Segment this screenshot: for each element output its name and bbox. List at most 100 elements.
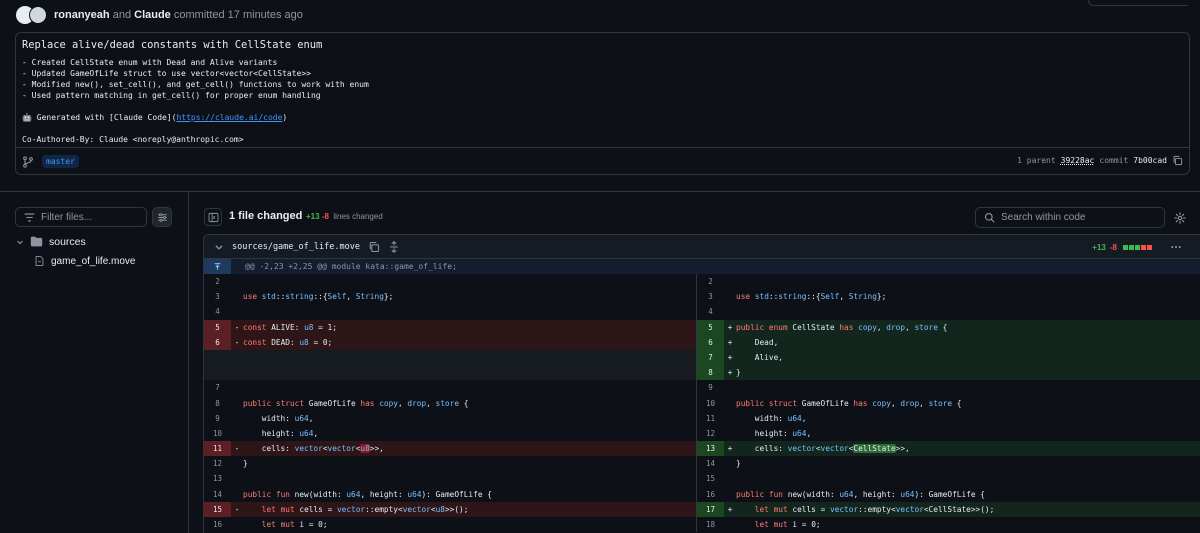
diff-line-new[interactable]: 7 + Alive,: [696, 349, 1200, 366]
diff-line-new[interactable]: 4: [696, 304, 1200, 320]
line-number[interactable]: 13: [697, 441, 725, 457]
tree-folder-sources[interactable]: sources: [16, 235, 86, 248]
file-path[interactable]: sources/game_of_life.move: [232, 242, 360, 252]
line-number[interactable]: 12: [697, 426, 724, 441]
diff-line-old[interactable]: [204, 365, 697, 381]
diff-line-old[interactable]: 9 width: u64,: [204, 411, 696, 426]
author-name[interactable]: ronanyeah: [54, 9, 110, 21]
line-number[interactable]: [204, 349, 231, 366]
line-number[interactable]: 7: [204, 380, 231, 395]
search-code-input[interactable]: [1001, 212, 1151, 223]
line-number[interactable]: 17: [697, 501, 725, 517]
line-number[interactable]: 14: [204, 487, 231, 502]
line-number[interactable]: 15: [697, 471, 724, 486]
expand-up-button[interactable]: [204, 259, 231, 274]
kebab-menu-icon[interactable]: [1170, 241, 1182, 253]
diff-line-new[interactable]: 13 + cells: vector<vector<CellState>>,: [696, 441, 1200, 457]
diff-line-old[interactable]: 7: [204, 380, 696, 395]
line-number[interactable]: 6: [697, 334, 725, 350]
tree-file-game-of-life[interactable]: game_of_life.move: [34, 255, 136, 267]
diff-settings-button[interactable]: [1172, 210, 1188, 226]
generated-prefix: 🤖 Generated with [Claude Code](: [22, 113, 177, 122]
filter-files-input[interactable]: [41, 211, 141, 223]
diff-line-new[interactable]: 10 public struct GameOfLife has copy, dro…: [696, 395, 1200, 411]
expand-all-icon[interactable]: [388, 240, 400, 253]
line-number[interactable]: 9: [204, 411, 231, 426]
diff-line-new[interactable]: 16 public fun new(width: u64, height: u64…: [696, 486, 1200, 502]
diff-line-old[interactable]: 10 height: u64,: [204, 426, 696, 441]
line-number[interactable]: 10: [697, 396, 724, 411]
line-number[interactable]: 5: [697, 319, 725, 335]
copy-icon[interactable]: [1172, 155, 1183, 166]
line-number[interactable]: 5: [204, 319, 231, 335]
copy-icon[interactable]: [368, 241, 380, 253]
diff-line-new[interactable]: 3 use std::string::{Self, String};: [696, 289, 1200, 305]
line-number[interactable]: 16: [697, 487, 724, 502]
diff-line-old[interactable]: 6- const DEAD: u8 = 0;: [204, 334, 697, 350]
line-number[interactable]: 2: [697, 274, 724, 289]
line-number[interactable]: 15: [204, 501, 231, 517]
diff-line-old[interactable]: 13: [204, 471, 696, 486]
search-within-code-field[interactable]: [975, 207, 1165, 228]
line-number[interactable]: 4: [697, 304, 724, 319]
diff-row: 8 +}: [204, 365, 1200, 381]
diff-line-old[interactable]: 14 public fun new(width: u64, height: u64…: [204, 487, 696, 502]
diff-line-new[interactable]: 8 +}: [696, 365, 1200, 381]
line-number[interactable]: 8: [204, 396, 231, 411]
line-number[interactable]: 3: [204, 289, 231, 304]
diff-line-old[interactable]: 12}: [204, 456, 696, 471]
diff-line-new[interactable]: 5 + public enum CellState has copy, drop, …: [696, 319, 1200, 335]
diff-line-new[interactable]: 15: [696, 471, 1200, 487]
line-number[interactable]: 9: [697, 380, 724, 395]
coauthor-name[interactable]: Claude: [134, 9, 171, 21]
diff-line-old[interactable]: [204, 349, 697, 366]
diff-sign: -: [234, 444, 240, 454]
line-number[interactable]: 2: [204, 274, 231, 289]
diff-line-new[interactable]: 6 + Dead,: [696, 334, 1200, 350]
diff-line-new[interactable]: 2: [696, 274, 1200, 290]
line-number[interactable]: 13: [204, 471, 231, 486]
line-number[interactable]: 7: [697, 349, 725, 366]
claude-code-link[interactable]: https://claude.ai/code: [176, 113, 282, 122]
diff-line-old[interactable]: 5- const ALIVE: u8 = 1;: [204, 319, 697, 335]
line-number[interactable]: 11: [204, 441, 231, 457]
line-number[interactable]: 18: [697, 517, 724, 532]
line-number[interactable]: 8: [697, 365, 725, 381]
line-number[interactable]: 12: [204, 456, 231, 471]
diff-line-old[interactable]: 16 let mut i = 0;: [204, 517, 696, 532]
parent-sha-link[interactable]: 39228ac: [1061, 156, 1095, 165]
diff-sign: -: [234, 322, 240, 332]
diff-line-new[interactable]: 14}: [696, 456, 1200, 472]
line-number[interactable]: 6: [204, 334, 231, 350]
filter-options-button[interactable]: [152, 207, 172, 227]
diff-line-old[interactable]: 8 public struct GameOfLife has copy, drop…: [204, 396, 696, 411]
line-number[interactable]: 10: [204, 426, 231, 441]
diff-line-new[interactable]: 18 let mut i = 0;: [696, 517, 1200, 533]
diff-sign: [724, 471, 736, 486]
line-number[interactable]: 11: [697, 411, 724, 426]
diff-line-old[interactable]: 4: [204, 304, 696, 319]
hunk-text: @@ -2,23 +2,25 @@ module kata::game_of_l…: [245, 262, 457, 271]
diff-line-old[interactable]: 2: [204, 274, 696, 289]
code-text: height: u64,: [261, 428, 319, 438]
chevron-down-icon[interactable]: [16, 238, 24, 246]
diff-line-new[interactable]: 11 width: u64,: [696, 410, 1200, 426]
avatar[interactable]: [29, 6, 47, 24]
filter-files-field[interactable]: [15, 207, 147, 227]
line-number[interactable]: 14: [697, 456, 724, 471]
line-number[interactable]: 3: [697, 289, 724, 304]
line-number[interactable]: 4: [204, 304, 231, 319]
line-number[interactable]: [204, 365, 231, 381]
chevron-down-icon[interactable]: [214, 242, 224, 252]
diff-line-old[interactable]: 3 use std::string::{Self, String};: [204, 289, 696, 304]
file-deletions: -8: [1109, 242, 1117, 252]
diff-line-new[interactable]: 12 height: u64,: [696, 425, 1200, 442]
diff-line-new[interactable]: 9: [696, 380, 1200, 396]
line-number[interactable]: 16: [204, 517, 231, 532]
collapse-sidebar-button[interactable]: [204, 208, 222, 226]
branch-label[interactable]: master: [42, 155, 79, 168]
diff-line-new[interactable]: 17 + let mut cells = vector::empty<vector…: [696, 501, 1200, 517]
diff-line-old[interactable]: 15- let mut cells = vector::empty<vector…: [204, 501, 697, 517]
diff-sign: [231, 426, 243, 441]
diff-line-old[interactable]: 11- cells: vector<vector<u8>>,: [204, 441, 697, 457]
